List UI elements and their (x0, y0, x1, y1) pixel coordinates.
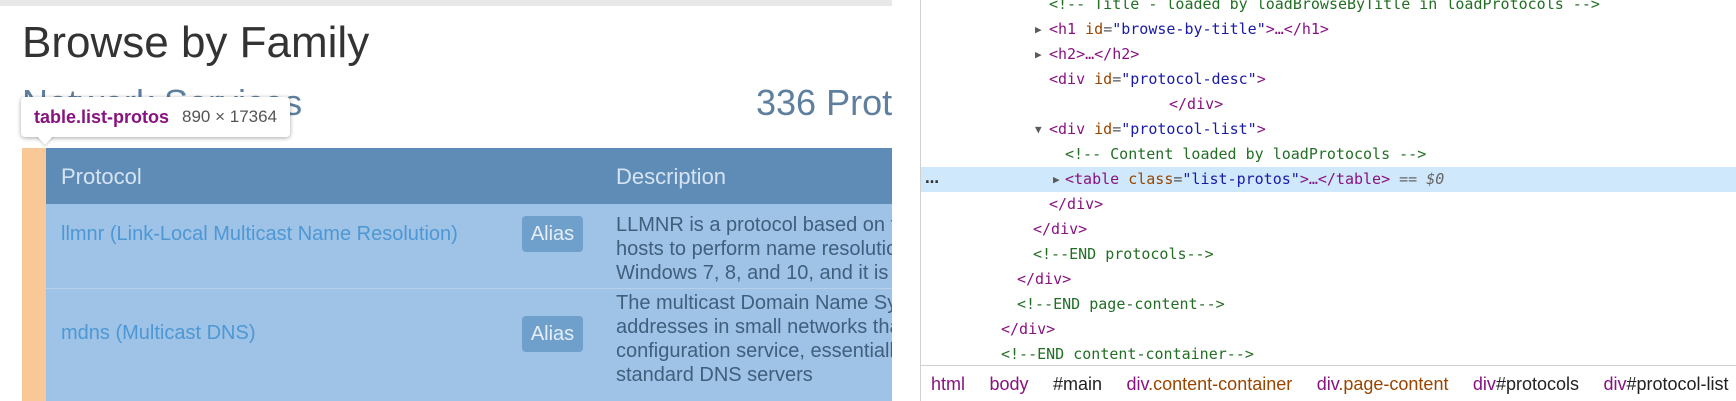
description-line: addresses in small networks tha (616, 316, 892, 338)
dom-node-close-div[interactable]: </div> (921, 317, 1736, 342)
dom-node-comment[interactable]: <!-- Title - loaded by loadBrowseByTitle… (921, 0, 1736, 17)
dom-node-close-div[interactable]: </div> (921, 92, 1736, 117)
dom-node-table-selected[interactable]: … ▶ <table class="list-protos">…</table>… (921, 167, 1736, 192)
dom-node-markup: <h2>…</h2> (1049, 45, 1140, 63)
inspector-margin-highlight (22, 148, 46, 401)
description-line: Windows 7, 8, and 10, and it is a (616, 262, 892, 284)
breadcrumb-item-html[interactable]: html (921, 366, 975, 401)
description-line: LLMNR is a protocol based on th (616, 214, 892, 236)
dom-node-close-div[interactable]: </div> (921, 267, 1736, 292)
dom-node-markup: <div id="protocol-desc"> (1049, 70, 1266, 88)
alias-badge: Alias (522, 216, 583, 252)
expand-arrow-icon[interactable]: ▶ (1035, 17, 1042, 42)
description-line: hosts to perform name resolutio (616, 238, 892, 260)
breadcrumb-item-page-content[interactable]: div.page-content (1307, 366, 1459, 401)
description-line: The multicast Domain Name Sys (616, 292, 892, 314)
breadcrumb-item-body[interactable]: body (979, 366, 1038, 401)
column-header-protocol: Protocol (61, 164, 142, 189)
dom-comment-text: <!--END page-content--> (1017, 295, 1225, 313)
dom-node-markup: <table class="list-protos">…</table> == … (1065, 170, 1445, 188)
dom-node-markup: </div> (1049, 195, 1104, 213)
dom-node-comment[interactable]: <!-- Content loaded by loadProtocols --> (921, 142, 1736, 167)
expand-arrow-icon[interactable]: ▶ (1035, 42, 1042, 67)
devtools-elements-panel: <!-- Title - loaded by loadBrowseByTitle… (920, 0, 1736, 401)
dom-node-close-div[interactable]: </div> (921, 192, 1736, 217)
description-line: standard DNS servers (616, 364, 813, 386)
dom-node-h2[interactable]: ▶ <h2>…</h2> (921, 42, 1736, 67)
protocol-count: 336 Prot (756, 82, 892, 123)
protocol-link-mdns[interactable]: mdns (Multicast DNS) (61, 322, 255, 345)
inspector-tooltip: table.list-protos 890 × 17364 (21, 97, 291, 137)
protocol-description: The multicast Domain Name Sys addresses … (616, 291, 892, 387)
dom-node-markup: </div> (1001, 320, 1056, 338)
page-top-strip (0, 0, 892, 6)
dom-node-protocol-list[interactable]: ▼ <div id="protocol-list"> (921, 117, 1736, 142)
row-divider (46, 288, 892, 289)
dom-comment-text: <!-- Content loaded by loadProtocols --> (1065, 145, 1427, 163)
alias-badge: Alias (522, 316, 583, 352)
breadcrumb-item-content-container[interactable]: div.content-container (1116, 366, 1302, 401)
dom-node-markup: </div> (1017, 270, 1072, 288)
dom-comment-text: <!-- Title - loaded by loadBrowseByTitle… (1049, 0, 1600, 13)
dom-comment-text: <!--END content-container--> (1001, 345, 1254, 363)
column-header-description: Description (616, 164, 727, 189)
breadcrumb-item-protocol-list[interactable]: div#protocol-list (1593, 366, 1736, 401)
tooltip-dimensions: 890 × 17364 (182, 107, 278, 126)
table-header: Protocol Description (46, 148, 892, 204)
protocol-link-llmnr[interactable]: llmnr (Link-Local Multicast Name Resolut… (61, 223, 458, 246)
collapse-arrow-icon[interactable]: ▼ (1035, 117, 1042, 142)
dom-node-h1[interactable]: ▶ <h1 id="browse-by-title">…</h1> (921, 17, 1736, 42)
breadcrumb-item-protocols[interactable]: div#protocols (1463, 366, 1589, 401)
more-actions-icon[interactable]: … (925, 167, 940, 192)
dom-node-markup: <div id="protocol-list"> (1049, 120, 1266, 138)
dom-node-protocol-desc[interactable]: <div id="protocol-desc"> (921, 67, 1736, 92)
tooltip-selector: table.list-protos (34, 106, 170, 127)
dom-node-comment[interactable]: <!--END protocols--> (921, 242, 1736, 267)
dom-node-markup: <h1 id="browse-by-title">…</h1> (1049, 20, 1329, 38)
protocol-description: LLMNR is a protocol based on th hosts to… (616, 213, 892, 285)
dom-breadcrumb: html body #main div.content-container di… (921, 365, 1736, 401)
console-ref-badge: == $0 (1399, 170, 1445, 188)
dom-node-comment[interactable]: <!--END content-container--> (921, 342, 1736, 367)
dom-node-markup: </div> (1169, 95, 1224, 113)
dom-node-close-div[interactable]: </div> (921, 217, 1736, 242)
dom-node-markup: </div> (1033, 220, 1088, 238)
expand-arrow-icon[interactable]: ▶ (1053, 167, 1060, 192)
dom-comment-text: <!--END protocols--> (1033, 245, 1214, 263)
protocol-table: Protocol Description llmnr (Link-Local M… (46, 148, 892, 401)
tooltip-arrow (36, 135, 54, 145)
page-title: Browse by Family (22, 18, 370, 67)
breadcrumb-item-main[interactable]: #main (1043, 366, 1112, 401)
dom-node-comment[interactable]: <!--END page-content--> (921, 292, 1736, 317)
rendered-page-viewport: Browse by Family Network Services 336 Pr… (0, 0, 892, 401)
description-line: configuration service, essentially (616, 340, 892, 362)
